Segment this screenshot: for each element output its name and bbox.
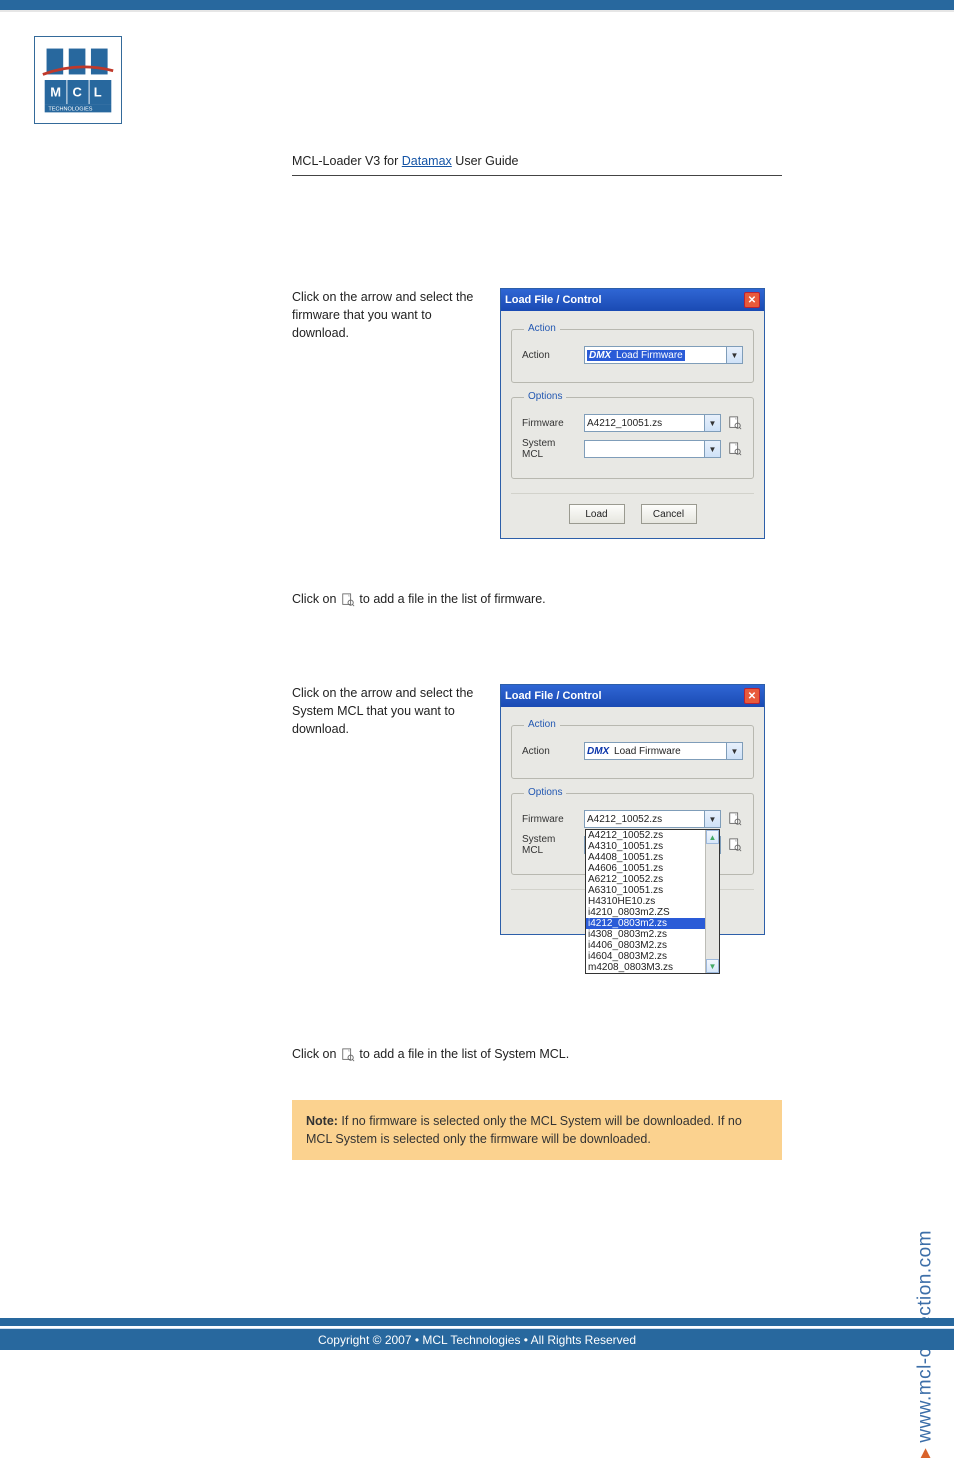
top-bar-divider bbox=[0, 10, 954, 12]
dialog-load-file-1: Load File / Control ✕ Action Action DMX … bbox=[500, 288, 765, 539]
dialog-title-text: Load File / Control bbox=[505, 690, 602, 702]
scrollbar[interactable]: ▲ ▼ bbox=[705, 830, 719, 973]
action-combo[interactable]: DMX Load Firmware ▼ bbox=[584, 346, 743, 364]
label-action: Action bbox=[522, 746, 578, 757]
dialog-titlebar: Load File / Control ✕ bbox=[501, 289, 764, 311]
load-button[interactable]: Load bbox=[569, 504, 625, 524]
dialog-load-file-2: Load File / Control ✕ Action Action DMX … bbox=[500, 684, 765, 935]
groupbox-options-legend: Options bbox=[524, 391, 566, 402]
document-header: MCL-Loader V3 for Datamax User Guide bbox=[292, 154, 519, 168]
dropdown-item[interactable]: i4406_0803M2.zs bbox=[586, 940, 719, 951]
browse-icon[interactable] bbox=[727, 441, 743, 457]
label-firmware: Firmware bbox=[522, 418, 578, 429]
dropdown-item[interactable]: m4208_0803M3.zs bbox=[586, 962, 719, 973]
note-box: Note: If no firmware is selected only th… bbox=[292, 1100, 782, 1160]
action-value: Load Firmware bbox=[614, 746, 681, 757]
browse-suffix: to add a file in the list of System MCL. bbox=[359, 1047, 569, 1061]
firmware-combo[interactable]: A4212_10051.zs ▼ bbox=[584, 414, 721, 432]
dropdown-item[interactable]: i4604_0803M2.zs bbox=[586, 951, 719, 962]
dropdown-item[interactable]: A6310_10051.zs bbox=[586, 885, 719, 896]
note-text: If no firmware is selected only the MCL … bbox=[306, 1114, 742, 1146]
groupbox-options-legend: Options bbox=[524, 787, 566, 798]
svg-text:M: M bbox=[50, 85, 61, 100]
chevron-down-icon[interactable]: ▼ bbox=[726, 347, 742, 363]
system-mcl-combo[interactable]: ▼ bbox=[584, 440, 721, 458]
dropdown-item[interactable]: H4310HE10.zs bbox=[586, 896, 719, 907]
browse-icon[interactable] bbox=[727, 811, 743, 827]
section2-intro: Click on the arrow and select the System… bbox=[292, 684, 482, 738]
section1-intro: Click on the arrow and select the firmwa… bbox=[292, 288, 482, 342]
label-firmware: Firmware bbox=[522, 814, 578, 825]
close-icon[interactable]: ✕ bbox=[744, 688, 760, 704]
dropdown-item[interactable]: A4606_10051.zs bbox=[586, 863, 719, 874]
browse-icon[interactable] bbox=[727, 837, 743, 853]
label-action: Action bbox=[522, 350, 578, 361]
groupbox-options: Options Firmware A4212_10052.zs ▼ ▲ ▼ bbox=[511, 793, 754, 875]
svg-text:C: C bbox=[72, 85, 81, 100]
firmware-dropdown-list[interactable]: ▲ ▼ A4212_10052.zsA4310_10051.zsA4408_10… bbox=[585, 829, 720, 974]
chevron-down-icon[interactable]: ▼ bbox=[704, 811, 720, 827]
section1-browse-sentence: Click on to add a file in the list of fi… bbox=[292, 590, 782, 608]
groupbox-action-legend: Action bbox=[524, 719, 560, 730]
header-suffix: User Guide bbox=[452, 154, 519, 168]
chevron-down-icon[interactable]: ▼ bbox=[704, 441, 720, 457]
header-prefix: MCL-Loader V3 for bbox=[292, 154, 402, 168]
section2-browse-sentence: Click on to add a file in the list of Sy… bbox=[292, 1045, 782, 1063]
footer: Copyright © 2007 • MCL Technologies • Al… bbox=[0, 1318, 954, 1350]
top-bar bbox=[0, 0, 954, 10]
footer-bar-top bbox=[0, 1318, 954, 1326]
browse-suffix: to add a file in the list of firmware. bbox=[359, 592, 545, 606]
groupbox-action-legend: Action bbox=[524, 323, 560, 334]
dropdown-item[interactable]: A6212_10052.zs bbox=[586, 874, 719, 885]
dropdown-item[interactable]: i4212_0803m2.zs bbox=[586, 918, 719, 929]
firmware-value: A4212_10051.zs bbox=[587, 418, 662, 429]
note-label: Note: bbox=[306, 1114, 341, 1128]
mcl-logo-svg: M C L TECHNOLOGIES bbox=[41, 43, 115, 117]
browse-icon[interactable] bbox=[727, 415, 743, 431]
groupbox-action: Action Action DMX Load Firmware ▼ bbox=[511, 725, 754, 779]
footer-bar-bottom: Copyright © 2007 • MCL Technologies • Al… bbox=[0, 1328, 954, 1350]
dropdown-item[interactable]: A4408_10051.zs bbox=[586, 852, 719, 863]
dropdown-item[interactable]: A4212_10052.zs bbox=[586, 830, 719, 841]
dropdown-item[interactable]: A4310_10051.zs bbox=[586, 841, 719, 852]
mcl-logo: M C L TECHNOLOGIES bbox=[34, 36, 122, 124]
dialog-titlebar: Load File / Control ✕ bbox=[501, 685, 764, 707]
page: M C L TECHNOLOGIES MCL-Loader V3 for Dat… bbox=[0, 0, 954, 1350]
browse-prefix: Click on bbox=[292, 1047, 340, 1061]
cancel-button[interactable]: Cancel bbox=[641, 504, 697, 524]
browse-icon bbox=[340, 1047, 356, 1063]
dropdown-item[interactable]: i4210_0803m2.ZS bbox=[586, 907, 719, 918]
chevron-down-icon[interactable]: ▼ bbox=[726, 743, 742, 759]
header-rule bbox=[292, 175, 782, 176]
footer-text: Copyright © 2007 • MCL Technologies • Al… bbox=[318, 1333, 636, 1347]
action-value: Load Firmware bbox=[616, 350, 683, 361]
firmware-combo-open[interactable]: A4212_10052.zs ▼ ▲ ▼ A4212_10052.zsA4310… bbox=[584, 810, 721, 828]
chevron-down-icon[interactable]: ▼ bbox=[704, 415, 720, 431]
groupbox-action: Action Action DMX Load Firmware ▼ bbox=[511, 329, 754, 383]
action-prefix: DMX bbox=[587, 746, 609, 757]
action-combo[interactable]: DMX Load Firmware ▼ bbox=[584, 742, 743, 760]
close-icon[interactable]: ✕ bbox=[744, 292, 760, 308]
browse-icon bbox=[340, 592, 356, 608]
firmware-value: A4212_10052.zs bbox=[587, 814, 662, 825]
label-system-mcl: System MCL bbox=[522, 834, 578, 856]
header-link-datamax[interactable]: Datamax bbox=[402, 154, 452, 168]
label-system-mcl: System MCL bbox=[522, 438, 578, 460]
svg-text:TECHNOLOGIES: TECHNOLOGIES bbox=[48, 107, 92, 113]
side-url-bullet-icon: ▸ bbox=[914, 1448, 935, 1458]
svg-text:L: L bbox=[94, 85, 102, 100]
dropdown-item[interactable]: i4308_0803m2.zs bbox=[586, 929, 719, 940]
dialog-button-row: Load Cancel bbox=[511, 493, 754, 524]
groupbox-options: Options Firmware A4212_10051.zs ▼ System… bbox=[511, 397, 754, 479]
scroll-up-icon[interactable]: ▲ bbox=[706, 830, 719, 844]
dialog-title-text: Load File / Control bbox=[505, 294, 602, 306]
browse-prefix: Click on bbox=[292, 592, 340, 606]
scroll-down-icon[interactable]: ▼ bbox=[706, 959, 719, 973]
action-prefix: DMX bbox=[589, 350, 611, 361]
